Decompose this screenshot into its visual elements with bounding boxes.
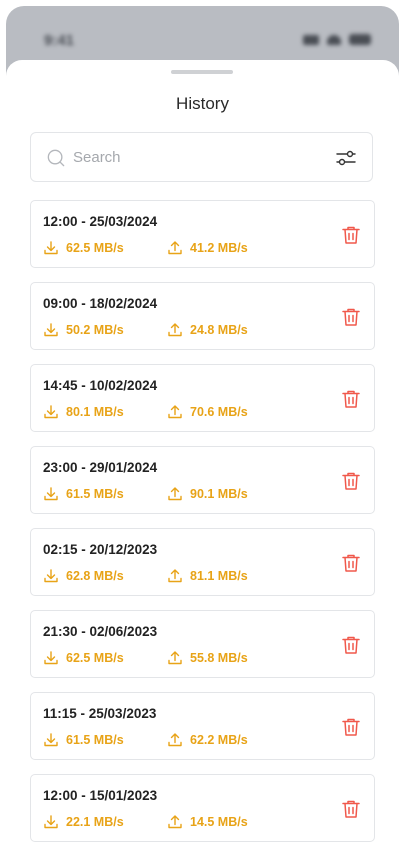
search-bar: [30, 132, 373, 182]
upload-icon: [168, 241, 182, 255]
download-icon: [44, 733, 58, 747]
search-input[interactable]: [73, 145, 323, 169]
upload-rate-value: 70.6 MB/s: [190, 405, 248, 419]
upload-icon: [168, 651, 182, 665]
sheet-title: History: [176, 94, 229, 113]
wifi-icon: [327, 34, 341, 45]
upload-rate-value: 41.2 MB/s: [190, 241, 248, 255]
upload-rate: 55.8 MB/s: [167, 650, 248, 666]
trash-icon[interactable]: [340, 552, 362, 574]
download-rate: 50.2 MB/s: [43, 322, 124, 338]
download-rate: 62.8 MB/s: [43, 568, 124, 584]
upload-icon: [168, 733, 182, 747]
download-rate-value: 50.2 MB/s: [66, 323, 124, 337]
trash-icon[interactable]: [340, 388, 362, 410]
download-icon: [44, 487, 58, 501]
upload-rate: 41.2 MB/s: [167, 240, 248, 256]
upload-rate-value: 14.5 MB/s: [190, 815, 248, 829]
status-bar: 9:41: [6, 6, 399, 68]
history-item[interactable]: 02:15 - 20/12/2023 62.8 MB/s 81.1 MB/s: [30, 528, 375, 596]
upload-icon: [168, 569, 182, 583]
history-list: 12:00 - 25/03/2024 62.5 MB/s 41.2 MB/s 0…: [30, 200, 375, 856]
download-rate-value: 61.5 MB/s: [66, 487, 124, 501]
search-icon: [47, 149, 65, 167]
upload-rate-value: 24.8 MB/s: [190, 323, 248, 337]
history-item-datetime: 14:45 - 10/02/2024: [43, 378, 158, 393]
upload-rate-value: 81.1 MB/s: [190, 569, 248, 583]
download-icon: [44, 241, 58, 255]
upload-icon: [168, 815, 182, 829]
upload-rate-value: 55.8 MB/s: [190, 651, 248, 665]
history-item-datetime: 21:30 - 02/06/2023: [43, 624, 158, 639]
download-rate: 22.1 MB/s: [43, 814, 124, 830]
download-icon: [44, 651, 58, 665]
history-item-datetime: 02:15 - 20/12/2023: [43, 542, 158, 557]
history-sheet: History 12:00 - 25/03/2024 62.5 MB/s: [6, 60, 399, 864]
battery-icon: [349, 34, 371, 45]
status-icons: [303, 34, 371, 45]
upload-rate: 62.2 MB/s: [167, 732, 248, 748]
download-rate-value: 62.5 MB/s: [66, 651, 124, 665]
download-icon: [44, 405, 58, 419]
filter-sliders-icon[interactable]: [336, 148, 356, 168]
trash-icon[interactable]: [340, 716, 362, 738]
trash-icon[interactable]: [340, 470, 362, 492]
history-item-datetime: 12:00 - 25/03/2024: [43, 214, 158, 229]
trash-icon[interactable]: [340, 306, 362, 328]
history-item-datetime: 11:15 - 25/03/2023: [43, 706, 157, 721]
history-item[interactable]: 23:00 - 29/01/2024 61.5 MB/s 90.1 MB/s: [30, 446, 375, 514]
download-rate: 61.5 MB/s: [43, 486, 124, 502]
upload-rate: 14.5 MB/s: [167, 814, 248, 830]
download-rate: 61.5 MB/s: [43, 732, 124, 748]
upload-icon: [168, 323, 182, 337]
upload-rate-value: 62.2 MB/s: [190, 733, 248, 747]
download-rate-value: 61.5 MB/s: [66, 733, 124, 747]
upload-rate: 24.8 MB/s: [167, 322, 248, 338]
upload-rate-value: 90.1 MB/s: [190, 487, 248, 501]
history-item[interactable]: 21:30 - 02/06/2023 62.5 MB/s 55.8 MB/s: [30, 610, 375, 678]
trash-icon[interactable]: [340, 224, 362, 246]
history-item[interactable]: 12:00 - 25/03/2024 62.5 MB/s 41.2 MB/s: [30, 200, 375, 268]
history-item[interactable]: 12:00 - 15/01/2023 22.1 MB/s 14.5 MB/s: [30, 774, 375, 842]
download-icon: [44, 815, 58, 829]
download-rate: 62.5 MB/s: [43, 650, 124, 666]
download-rate: 62.5 MB/s: [43, 240, 124, 256]
download-icon: [44, 323, 58, 337]
history-item-datetime: 09:00 - 18/02/2024: [43, 296, 158, 311]
download-rate-value: 80.1 MB/s: [66, 405, 124, 419]
download-rate: 80.1 MB/s: [43, 404, 124, 420]
download-icon: [44, 569, 58, 583]
upload-rate: 90.1 MB/s: [167, 486, 248, 502]
history-item-datetime: 12:00 - 15/01/2023: [43, 788, 158, 803]
sheet-drag-handle[interactable]: [171, 70, 233, 74]
trash-icon[interactable]: [340, 634, 362, 656]
history-item-datetime: 23:00 - 29/01/2024: [43, 460, 158, 475]
history-item[interactable]: 09:00 - 18/02/2024 50.2 MB/s 24.8 MB/s: [30, 282, 375, 350]
signal-icon: [303, 34, 319, 45]
download-rate-value: 22.1 MB/s: [66, 815, 124, 829]
history-item[interactable]: 14:45 - 10/02/2024 80.1 MB/s 70.6 MB/s: [30, 364, 375, 432]
upload-icon: [168, 487, 182, 501]
history-item[interactable]: 11:15 - 25/03/2023 61.5 MB/s 62.2 MB/s: [30, 692, 375, 760]
download-rate-value: 62.5 MB/s: [66, 241, 124, 255]
upload-rate: 70.6 MB/s: [167, 404, 248, 420]
download-rate-value: 62.8 MB/s: [66, 569, 124, 583]
upload-rate: 81.1 MB/s: [167, 568, 248, 584]
upload-icon: [168, 405, 182, 419]
status-time: 9:41: [44, 32, 75, 49]
trash-icon[interactable]: [340, 798, 362, 820]
